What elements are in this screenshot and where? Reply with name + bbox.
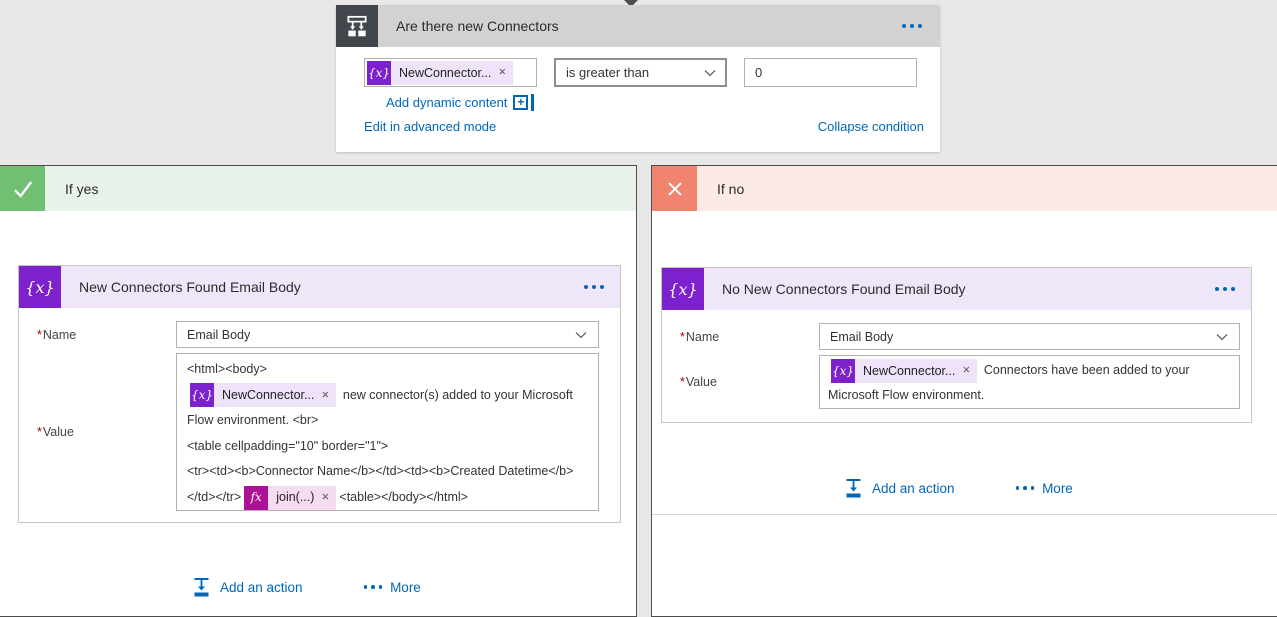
action-card-header[interactable]: {x} No New Connectors Found Email Body [662,268,1251,310]
condition-operator-select[interactable]: is greater than [554,58,727,87]
add-action-label: Add an action [220,580,303,595]
variable-token-icon: {x} [831,359,855,383]
expression-token-label: join(...) [268,485,319,511]
action-card-header[interactable]: {x} New Connectors Found Email Body [19,266,620,308]
action-card-new-connectors: {x} New Connectors Found Email Body *Nam… [18,265,621,523]
name-dropdown[interactable]: Email Body [176,321,599,348]
chevron-down-icon [1215,332,1229,342]
variable-token-icon: {x} [190,383,214,407]
action-menu-icon[interactable] [580,285,604,289]
variable-token-label: NewConnector... [391,66,496,80]
value-text-segment: <table cellpadding="10" border="1"> [187,439,388,453]
value-field-label: *Value [680,375,819,389]
name-dropdown[interactable]: Email Body [819,323,1240,350]
name-selected-value: Email Body [187,328,250,342]
variable-action-icon: {x} [662,268,704,310]
variable-token[interactable]: {x} NewConnector... ✕ [831,359,977,383]
if-no-branch-panel: If no {x} No New Connectors Found Email … [651,165,1277,617]
more-label: More [1042,481,1073,496]
if-yes-label: If yes [65,181,98,197]
remove-token-icon[interactable]: ✕ [319,383,336,409]
value-field-label: *Value [37,425,176,439]
branch-bottom-divider [652,514,1277,515]
value-editor[interactable]: {x} NewConnector... ✕ Connectors have be… [819,355,1240,409]
collapse-condition-link[interactable]: Collapse condition [818,119,924,134]
condition-card-header[interactable]: Are there new Connectors [336,5,940,47]
flow-designer-canvas: { "icons": { "variable_glyph": "{x}", "e… [0,0,1277,616]
check-icon [0,166,45,211]
if-no-label: If no [717,181,744,197]
action-card-no-new-connectors: {x} No New Connectors Found Email Body *… [661,267,1252,423]
if-yes-header: If yes [0,166,636,211]
name-field-label: *Name [37,328,176,342]
if-no-header: If no [652,166,1277,211]
action-card-title: No New Connectors Found Email Body [722,281,1211,297]
variable-token-label: NewConnector... [855,359,960,383]
more-button[interactable]: More [1012,481,1073,496]
remove-token-icon[interactable]: ✕ [960,359,977,383]
if-yes-branch-panel: If yes {x} New Connectors Found Email Bo… [0,165,637,617]
variable-token-label: NewConnector... [214,383,319,409]
more-label: More [390,580,421,595]
add-dynamic-content-label: Add dynamic content [386,95,507,110]
condition-menu-icon[interactable] [898,24,922,28]
condition-card: Are there new Connectors {x} NewConnecto… [336,5,940,152]
required-mark: * [37,328,42,342]
remove-token-icon[interactable]: ✕ [319,485,336,511]
add-action-icon [192,577,211,597]
variable-action-icon: {x} [19,266,61,308]
chevron-down-icon [703,68,717,78]
condition-body: {x} NewConnector... ✕ is greater than 0 … [336,47,940,152]
chevron-down-icon [574,330,588,340]
value-text-segment: <table></body></html> [339,490,468,504]
add-action-button[interactable]: Add an action [192,577,303,597]
value-text-segment: <html><body> [187,362,267,376]
action-card-title: New Connectors Found Email Body [79,279,580,295]
x-icon [652,166,697,211]
name-field-label: *Name [680,330,819,344]
expression-token-icon: fx [244,486,268,510]
variable-token-icon: {x} [367,61,391,85]
expression-token[interactable]: fx join(...) ✕ [244,486,336,510]
condition-branch-icon [336,5,378,47]
more-icon [1012,486,1035,490]
remove-token-icon[interactable]: ✕ [496,67,513,78]
add-action-button[interactable]: Add an action [844,478,955,498]
condition-operand-field[interactable]: {x} NewConnector... ✕ [364,58,537,87]
variable-token[interactable]: {x} NewConnector... ✕ [190,383,336,407]
more-button[interactable]: More [360,580,421,595]
value-editor[interactable]: <html><body> {x} NewConnector... ✕ new c… [176,353,599,511]
add-dynamic-content-link[interactable]: Add dynamic content + [386,94,534,111]
action-menu-icon[interactable] [1211,287,1235,291]
condition-value-input[interactable]: 0 [744,58,917,87]
variable-token[interactable]: {x} NewConnector... ✕ [367,61,513,85]
condition-title: Are there new Connectors [396,18,898,34]
more-icon [360,585,383,589]
add-action-label: Add an action [872,481,955,496]
name-selected-value: Email Body [830,330,893,344]
operator-selected-value: is greater than [566,65,649,80]
dynamic-content-icon: + [513,94,534,111]
edit-advanced-mode-link[interactable]: Edit in advanced mode [364,119,496,134]
condition-value-text: 0 [755,65,762,80]
add-action-icon [844,478,863,498]
